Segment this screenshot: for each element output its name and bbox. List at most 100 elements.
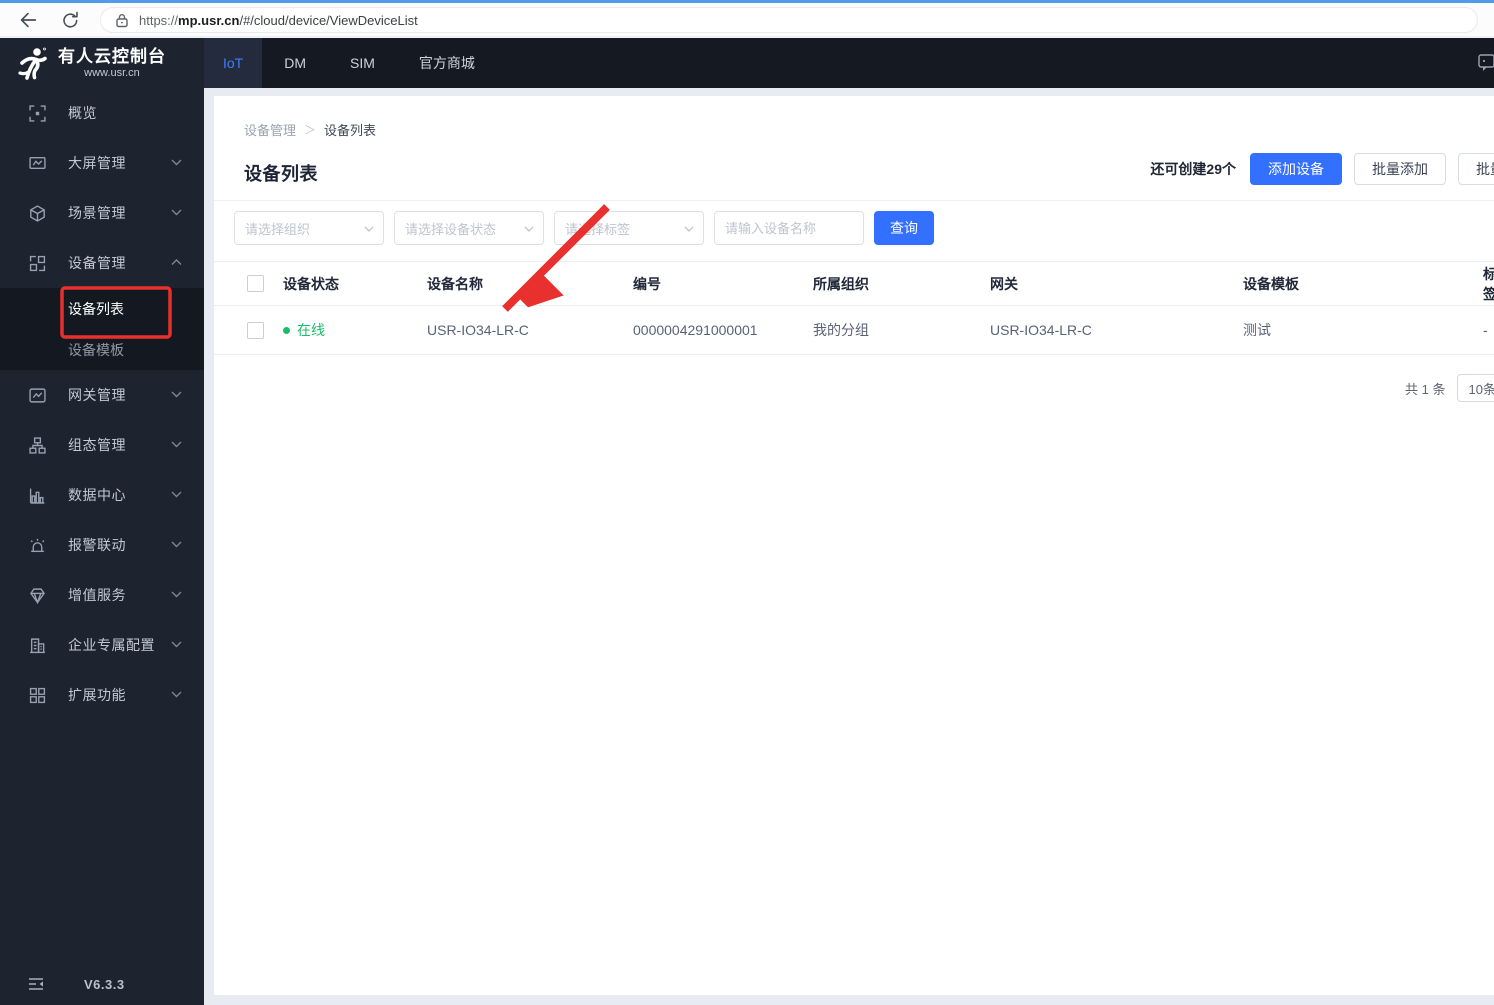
scada-nodes-icon	[29, 436, 46, 454]
device-tags-cell: -	[1483, 322, 1488, 338]
chevron-down-icon	[171, 159, 182, 166]
chevron-down-icon	[524, 226, 534, 232]
search-button[interactable]: 查询	[874, 211, 934, 245]
url-text: https://mp.usr.cn/#/cloud/device/ViewDev…	[139, 12, 418, 28]
col-header-template: 设备模板	[1243, 275, 1299, 292]
header-divider	[214, 200, 1494, 201]
content-card: 设备管理 ＞ 设备列表 设备列表 还可创建29个 添加设备 批量添加 批量导入 …	[214, 96, 1494, 995]
nav-tab-dm[interactable]: DM	[262, 38, 328, 88]
device-grid-icon	[29, 255, 46, 272]
nav-tab-iot[interactable]: IoT	[204, 38, 263, 88]
org-select[interactable]: 请选择组织	[234, 211, 384, 245]
refresh-icon	[62, 11, 78, 28]
device-name-input[interactable]	[714, 211, 864, 245]
nav-tab-official-mall[interactable]: 官方商城	[397, 38, 497, 88]
sidebar: 概览 大屏管理 场景管理 设备管理 设备列表 设备模板 网关管理 组态管理 数据…	[0, 88, 204, 1005]
four-squares-icon	[29, 687, 46, 704]
sidebar-item-overview[interactable]: 概览	[0, 88, 204, 138]
brand-subtitle: www.usr.cn	[84, 66, 140, 79]
big-screen-icon	[29, 155, 46, 172]
sidebar-subitem-device-template[interactable]: 设备模板	[0, 329, 204, 370]
device-status-cell: 在线	[283, 320, 427, 340]
browser-back-button[interactable]	[15, 7, 41, 33]
batch-add-button[interactable]: 批量添加	[1354, 153, 1446, 185]
breadcrumb-separator-icon: ＞	[304, 123, 317, 137]
nav-tab-sim[interactable]: SIM	[328, 38, 397, 88]
total-count-label: 共 1 条	[1405, 381, 1446, 397]
pagination: 共 1 条 10条/页	[1405, 374, 1494, 402]
collapse-sidebar-icon[interactable]	[28, 977, 44, 991]
sidebar-item-scada-mgmt[interactable]: 组态管理	[0, 420, 204, 470]
gateway-chart-icon	[29, 387, 46, 404]
filter-bar: 请选择组织 请选择设备状态 请选择标签 查询	[234, 211, 934, 245]
sidebar-subitem-device-list[interactable]: 设备列表	[0, 288, 204, 329]
chevron-up-icon	[171, 259, 182, 266]
col-header-tags: 标签	[1483, 265, 1494, 302]
chevron-down-icon	[171, 591, 182, 598]
col-header-gateway: 网关	[990, 275, 1018, 292]
sidebar-item-extended-functions[interactable]: 扩展功能	[0, 670, 204, 720]
top-nav-tabs: IoT DM SIM 官方商城	[204, 38, 497, 88]
device-gateway-cell: USR-IO34-LR-C	[990, 322, 1092, 338]
add-device-button[interactable]: 添加设备	[1250, 153, 1342, 185]
brand-logo-area[interactable]: 有人云控制台 www.usr.cn	[0, 38, 204, 88]
online-status-dot-icon	[283, 326, 290, 334]
page-title: 设备列表	[244, 164, 318, 184]
chevron-down-icon	[171, 491, 182, 498]
chevron-down-icon	[364, 226, 374, 232]
device-status-select[interactable]: 请选择设备状态	[394, 211, 544, 245]
message-panel-icon[interactable]	[1478, 53, 1494, 73]
app-navbar: 有人云控制台 www.usr.cn IoT DM SIM 官方商城	[0, 38, 1494, 88]
sidebar-item-device-mgmt[interactable]: 设备管理	[0, 238, 204, 288]
quota-remaining-label: 还可创建29个	[1150, 161, 1236, 177]
overview-icon	[29, 104, 46, 122]
breadcrumb-device-list: 设备列表	[324, 123, 377, 138]
col-header-status: 设备状态	[283, 275, 339, 292]
gem-shield-icon	[29, 587, 46, 604]
col-header-name: 设备名称	[427, 275, 483, 292]
alarm-siren-icon	[29, 537, 46, 554]
chevron-down-icon	[171, 691, 182, 698]
sidebar-item-enterprise-config[interactable]: 企业专属配置	[0, 620, 204, 670]
col-header-org: 所属组织	[813, 275, 869, 292]
chevron-down-icon	[171, 209, 182, 216]
chevron-down-icon	[171, 441, 182, 448]
chevron-down-icon	[171, 541, 182, 548]
brand-title: 有人云控制台	[58, 46, 166, 66]
sidebar-footer: V6.3.3	[0, 963, 204, 1005]
chevron-down-icon	[171, 391, 182, 398]
lock-icon	[115, 13, 129, 28]
bar-chart-icon	[29, 487, 46, 504]
version-label: V6.3.3	[84, 976, 125, 992]
row-checkbox[interactable]	[247, 321, 264, 339]
page-size-select[interactable]: 10条/页	[1457, 374, 1494, 402]
tag-select[interactable]: 请选择标签	[554, 211, 704, 245]
select-all-checkbox[interactable]	[247, 275, 264, 292]
scene-cube-icon	[29, 204, 46, 222]
back-arrow-icon	[20, 12, 37, 28]
device-org-cell: 我的分组	[813, 322, 869, 338]
device-table: 设备状态 设备名称 编号 所属组织 网关 设备模板 标签 在线 USR-IO34…	[214, 261, 1494, 355]
table-row: 在线 USR-IO34-LR-C 0000004291000001 我的分组 U…	[214, 306, 1494, 355]
sidebar-item-screen-mgmt[interactable]: 大屏管理	[0, 138, 204, 188]
chevron-down-icon	[171, 641, 182, 648]
header-controls: 还可创建29个 添加设备 批量添加 批量导入	[1150, 153, 1494, 185]
breadcrumb: 设备管理 ＞ 设备列表	[244, 120, 376, 139]
col-header-number: 编号	[633, 275, 661, 292]
table-header-row: 设备状态 设备名称 编号 所属组织 网关 设备模板 标签	[214, 261, 1494, 306]
device-mgmt-submenu: 设备列表 设备模板	[0, 288, 204, 370]
sidebar-item-alarm-linkage[interactable]: 报警联动	[0, 520, 204, 570]
sidebar-item-scene-mgmt[interactable]: 场景管理	[0, 188, 204, 238]
batch-import-button[interactable]: 批量导入	[1458, 153, 1494, 185]
device-number-cell: 0000004291000001	[633, 322, 758, 338]
device-template-cell: 测试	[1243, 322, 1271, 338]
browser-toolbar: https://mp.usr.cn/#/cloud/device/ViewDev…	[0, 3, 1494, 38]
chevron-down-icon	[684, 226, 694, 232]
sidebar-item-value-added-services[interactable]: 增值服务	[0, 570, 204, 620]
browser-address-bar[interactable]: https://mp.usr.cn/#/cloud/device/ViewDev…	[100, 7, 1478, 33]
usr-runner-logo-icon	[18, 47, 47, 80]
sidebar-item-gateway-mgmt[interactable]: 网关管理	[0, 370, 204, 420]
browser-refresh-button[interactable]	[57, 7, 83, 33]
sidebar-item-data-center[interactable]: 数据中心	[0, 470, 204, 520]
breadcrumb-device-mgmt[interactable]: 设备管理	[244, 120, 296, 139]
